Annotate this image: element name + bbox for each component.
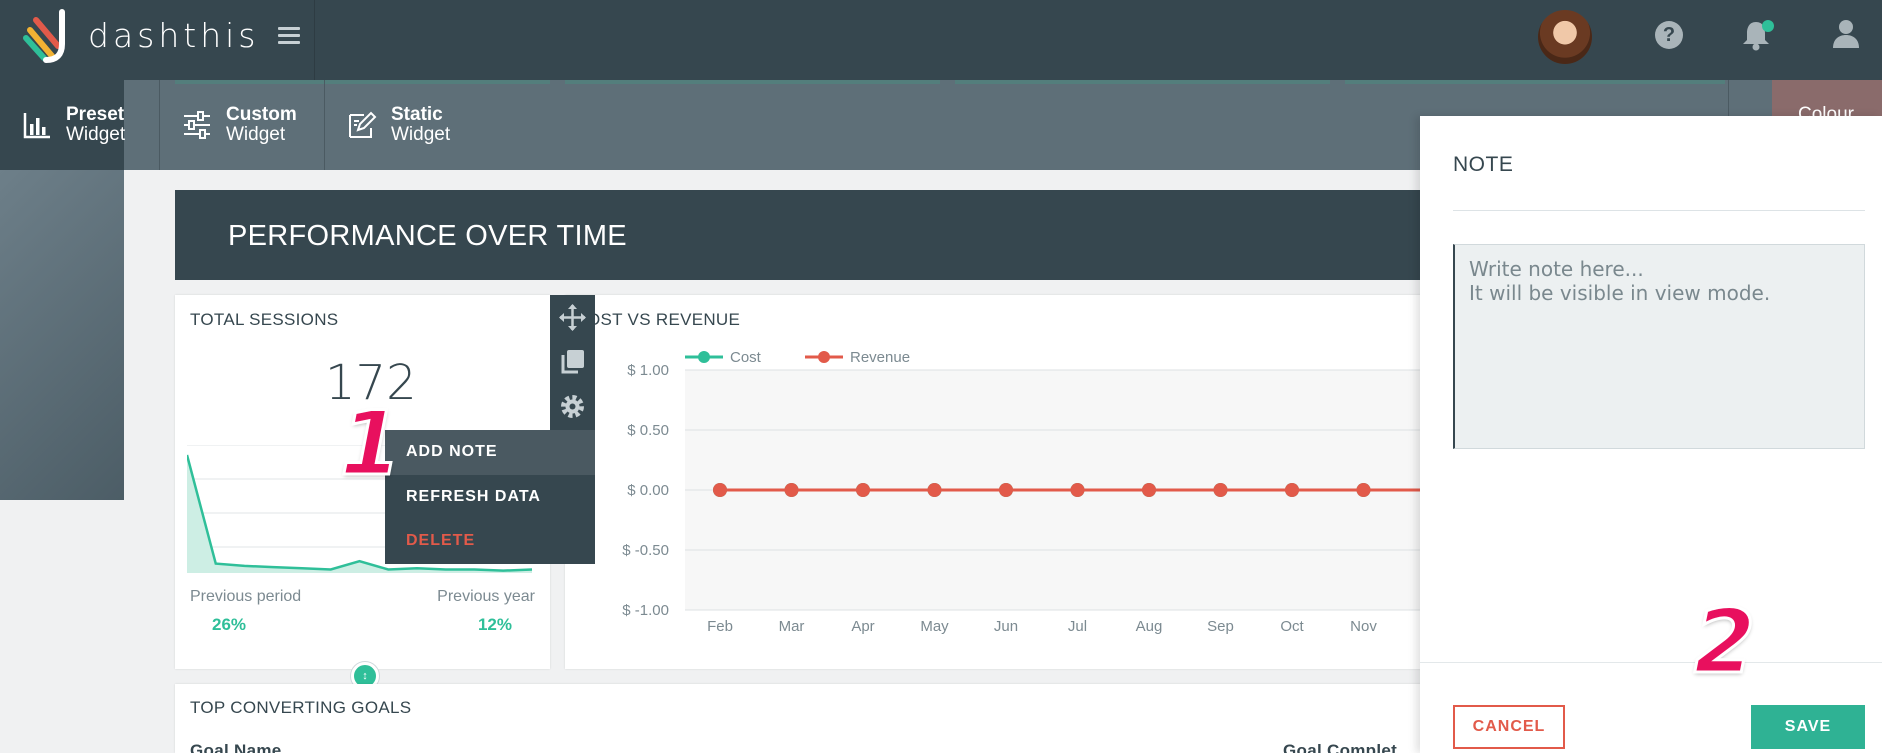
annotation-1: 1 — [338, 391, 402, 497]
legend-marker — [698, 351, 710, 363]
previous-period-label: Previous period — [190, 588, 302, 605]
cancel-button[interactable]: CANCEL — [1453, 705, 1565, 749]
toolbar-static-widget[interactable]: Static Widget — [347, 80, 450, 170]
toolbar-item-title: Static — [391, 104, 443, 125]
toolbar-preset-widget[interactable]: Preset Widget — [22, 80, 125, 170]
toolbar-item-subtitle: Widget — [66, 124, 126, 145]
y-tick-label: $ 0.00 — [627, 482, 669, 499]
user-icon[interactable] — [1832, 19, 1860, 49]
left-background — [0, 170, 124, 500]
dashthis-logo[interactable] — [22, 8, 72, 64]
bar-chart-icon — [23, 113, 50, 139]
avatar[interactable] — [1538, 10, 1592, 64]
line-chart: $ 1.00 $ 0.50 $ 0.00 $ -0.50 $ -1.00 Feb Mar Ap… — [622, 349, 1425, 635]
x-tick-label: Mar — [779, 618, 805, 635]
section-title: PERFORMANCE OVER TIME — [175, 190, 1420, 280]
toolbar-colour[interactable]: Colour — [1772, 80, 1882, 116]
widget-context-menu: ADD NOTE REFRESH DATA DELETE — [385, 430, 595, 564]
data-point — [999, 483, 1013, 497]
divider — [314, 0, 315, 80]
previous-year-value: 12% — [477, 615, 512, 634]
y-tick-label: $ -0.50 — [622, 542, 669, 559]
y-tick-label: $ -1.00 — [622, 602, 669, 619]
legend-label: Cost — [730, 349, 762, 366]
data-point — [1356, 483, 1371, 497]
x-tick-label: Apr — [851, 618, 874, 635]
column-header: Goal Complet — [1283, 741, 1398, 753]
sliders-icon — [184, 111, 210, 139]
legend-label: Revenue — [850, 349, 910, 366]
divider — [1420, 662, 1882, 663]
data-point — [1213, 483, 1228, 497]
y-tick-label: $ 1.00 — [627, 362, 669, 379]
x-tick-label: Jul — [1068, 618, 1087, 635]
previous-period-value: 26% — [212, 615, 247, 634]
notification-badge — [1762, 20, 1774, 32]
toolbar-custom-widget[interactable]: Custom Widget — [182, 80, 297, 170]
annotation-2: 2 — [1692, 589, 1756, 695]
data-point — [1285, 483, 1299, 497]
y-tick-label: $ 0.50 — [627, 422, 669, 439]
previous-year-label: Previous year — [437, 588, 535, 605]
divider — [1453, 210, 1865, 211]
divider — [324, 80, 325, 170]
gear-icon[interactable] — [558, 392, 587, 421]
data-point — [1070, 483, 1085, 497]
x-tick-label: Nov — [1350, 618, 1377, 635]
legend-marker — [818, 351, 830, 363]
menu-icon[interactable] — [278, 27, 300, 47]
toolbar-strip — [565, 80, 940, 84]
toolbar-item-subtitle: Widget — [391, 124, 451, 145]
delete-menu-item[interactable]: DELETE — [385, 519, 595, 564]
widget-title: TOP CONVERTING GOALS — [190, 698, 412, 717]
data-point — [713, 483, 727, 497]
x-tick-label: Aug — [1136, 618, 1163, 635]
data-point — [1142, 483, 1156, 497]
toolbar-item-subtitle: Widget — [226, 124, 286, 145]
help-icon[interactable]: ? — [1655, 21, 1683, 49]
column-header: Goal Name — [190, 741, 282, 753]
toolbar-strip — [1345, 80, 1725, 84]
x-tick-label: Oct — [1280, 618, 1304, 635]
data-point — [856, 483, 870, 497]
x-tick-label: Feb — [707, 618, 733, 635]
save-button[interactable]: SAVE — [1751, 705, 1865, 749]
move-icon[interactable] — [558, 303, 587, 332]
cost-vs-revenue-widget[interactable]: OST VS REVENUE $ 1.00 $ 0.50 $ 0.00 $ -0.50… — [565, 295, 1425, 669]
top-converting-goals-widget[interactable]: TOP CONVERTING GOALS Goal Name Goal Comp… — [175, 684, 1425, 753]
colour-label: Colour — [1798, 104, 1854, 116]
toolbar-item-title: Custom — [226, 104, 297, 125]
add-note-menu-item[interactable]: ADD NOTE — [385, 430, 595, 475]
x-tick-label: May — [920, 618, 949, 635]
note-panel: NOTE CANCEL SAVE — [1420, 116, 1882, 753]
edit-icon — [349, 111, 377, 138]
widget-title: TOTAL SESSIONS — [190, 310, 339, 329]
refresh-data-menu-item[interactable]: REFRESH DATA — [385, 475, 595, 520]
brand-name: dashthis — [88, 16, 260, 55]
x-tick-label: Sep — [1207, 618, 1234, 635]
widget-tools — [550, 295, 595, 430]
toolbar-item-title: Preset — [66, 104, 125, 125]
divider — [159, 80, 160, 170]
note-textarea[interactable] — [1453, 244, 1865, 449]
toolbar-strip — [955, 80, 1330, 84]
note-title: NOTE — [1453, 153, 1514, 176]
data-point — [784, 483, 799, 497]
x-tick-label: Jun — [994, 618, 1018, 635]
data-point — [927, 483, 942, 497]
duplicate-icon[interactable] — [558, 347, 587, 376]
